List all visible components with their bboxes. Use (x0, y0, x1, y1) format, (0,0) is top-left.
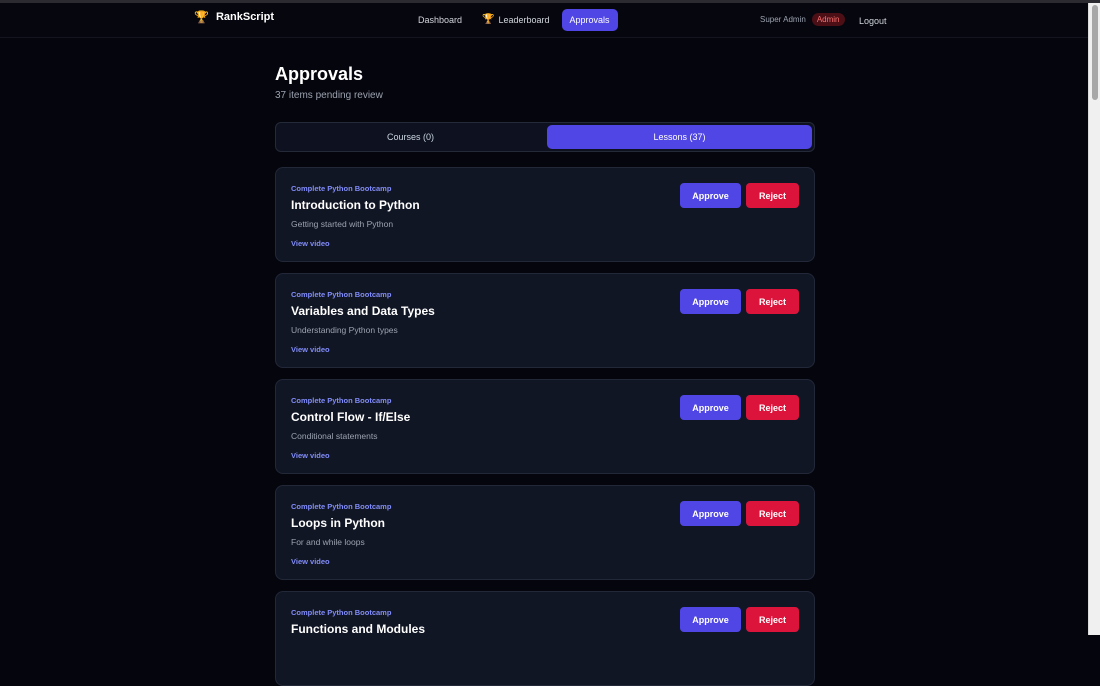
nav-leaderboard-label: Leaderboard (498, 15, 550, 25)
role-badge: Admin (811, 13, 845, 26)
lesson-description: Understanding Python types (291, 325, 398, 335)
page-title: Approvals (275, 64, 364, 84)
page-subtitle: 37 items pending review (275, 90, 383, 101)
reject-button[interactable]: Reject (746, 501, 799, 526)
nav-approvals-label: Approvals (569, 15, 610, 25)
lesson-description: For and while loops (291, 537, 365, 547)
brand-name: RankScript (215, 11, 275, 23)
logout-button[interactable]: Logout (859, 16, 887, 26)
page-scrollbar[interactable] (1088, 3, 1100, 635)
view-video-link[interactable]: View video (291, 451, 330, 460)
lesson-actions: Approve Reject (680, 501, 799, 526)
lesson-card: Complete Python Bootcamp Variables and D… (275, 273, 815, 368)
navbar: 🏆 RankScript Dashboard 🏆 Leaderboard App… (0, 3, 1088, 38)
view-video-link[interactable]: View video (291, 345, 330, 354)
lesson-actions: Approve Reject (680, 289, 799, 314)
user-name: Super Admin (760, 15, 806, 24)
approval-tabs: Courses (0) Lessons (37) (275, 122, 815, 152)
lesson-actions: Approve Reject (680, 395, 799, 420)
reject-button[interactable]: Reject (746, 607, 799, 632)
reject-button[interactable]: Reject (746, 395, 799, 420)
trophy-icon: 🏆 (194, 10, 209, 24)
user-area: Super Admin Admin (760, 13, 845, 26)
lesson-list: Complete Python Bootcamp Introduction to… (275, 167, 815, 686)
lesson-description: Conditional statements (291, 431, 378, 441)
nav-leaderboard[interactable]: 🏆 Leaderboard (474, 9, 558, 31)
nav-dashboard[interactable]: Dashboard (410, 9, 470, 31)
lesson-description: Getting started with Python (291, 219, 394, 229)
approve-button[interactable]: Approve (680, 607, 741, 632)
approve-button[interactable]: Approve (680, 395, 741, 420)
lesson-actions: Approve Reject (680, 607, 799, 632)
lesson-card: Complete Python Bootcamp Introduction to… (275, 167, 815, 262)
lesson-card: Complete Python Bootcamp Loops in Python… (275, 485, 815, 580)
lesson-actions: Approve Reject (680, 183, 799, 208)
lesson-card: Complete Python Bootcamp Control Flow - … (275, 379, 815, 474)
brand-logo[interactable]: 🏆 RankScript (194, 11, 274, 23)
nav-links: Dashboard 🏆 Leaderboard Approvals (410, 9, 618, 31)
nav-dashboard-label: Dashboard (418, 15, 463, 25)
approve-button[interactable]: Approve (680, 289, 741, 314)
main-content: Approvals 37 items pending review Course… (275, 64, 815, 686)
view-video-link[interactable]: View video (291, 239, 330, 248)
reject-button[interactable]: Reject (746, 289, 799, 314)
tab-courses[interactable]: Courses (0) (278, 125, 543, 149)
reject-button[interactable]: Reject (746, 183, 799, 208)
view-video-link[interactable]: View video (291, 557, 330, 566)
lesson-card: Complete Python Bootcamp Functions and M… (275, 591, 815, 686)
trophy-icon: 🏆 (482, 14, 495, 25)
approve-button[interactable]: Approve (680, 183, 741, 208)
approve-button[interactable]: Approve (680, 501, 741, 526)
tab-lessons[interactable]: Lessons (37) (547, 125, 812, 149)
scrollbar-thumb[interactable] (1092, 5, 1098, 100)
nav-approvals[interactable]: Approvals (561, 9, 618, 31)
